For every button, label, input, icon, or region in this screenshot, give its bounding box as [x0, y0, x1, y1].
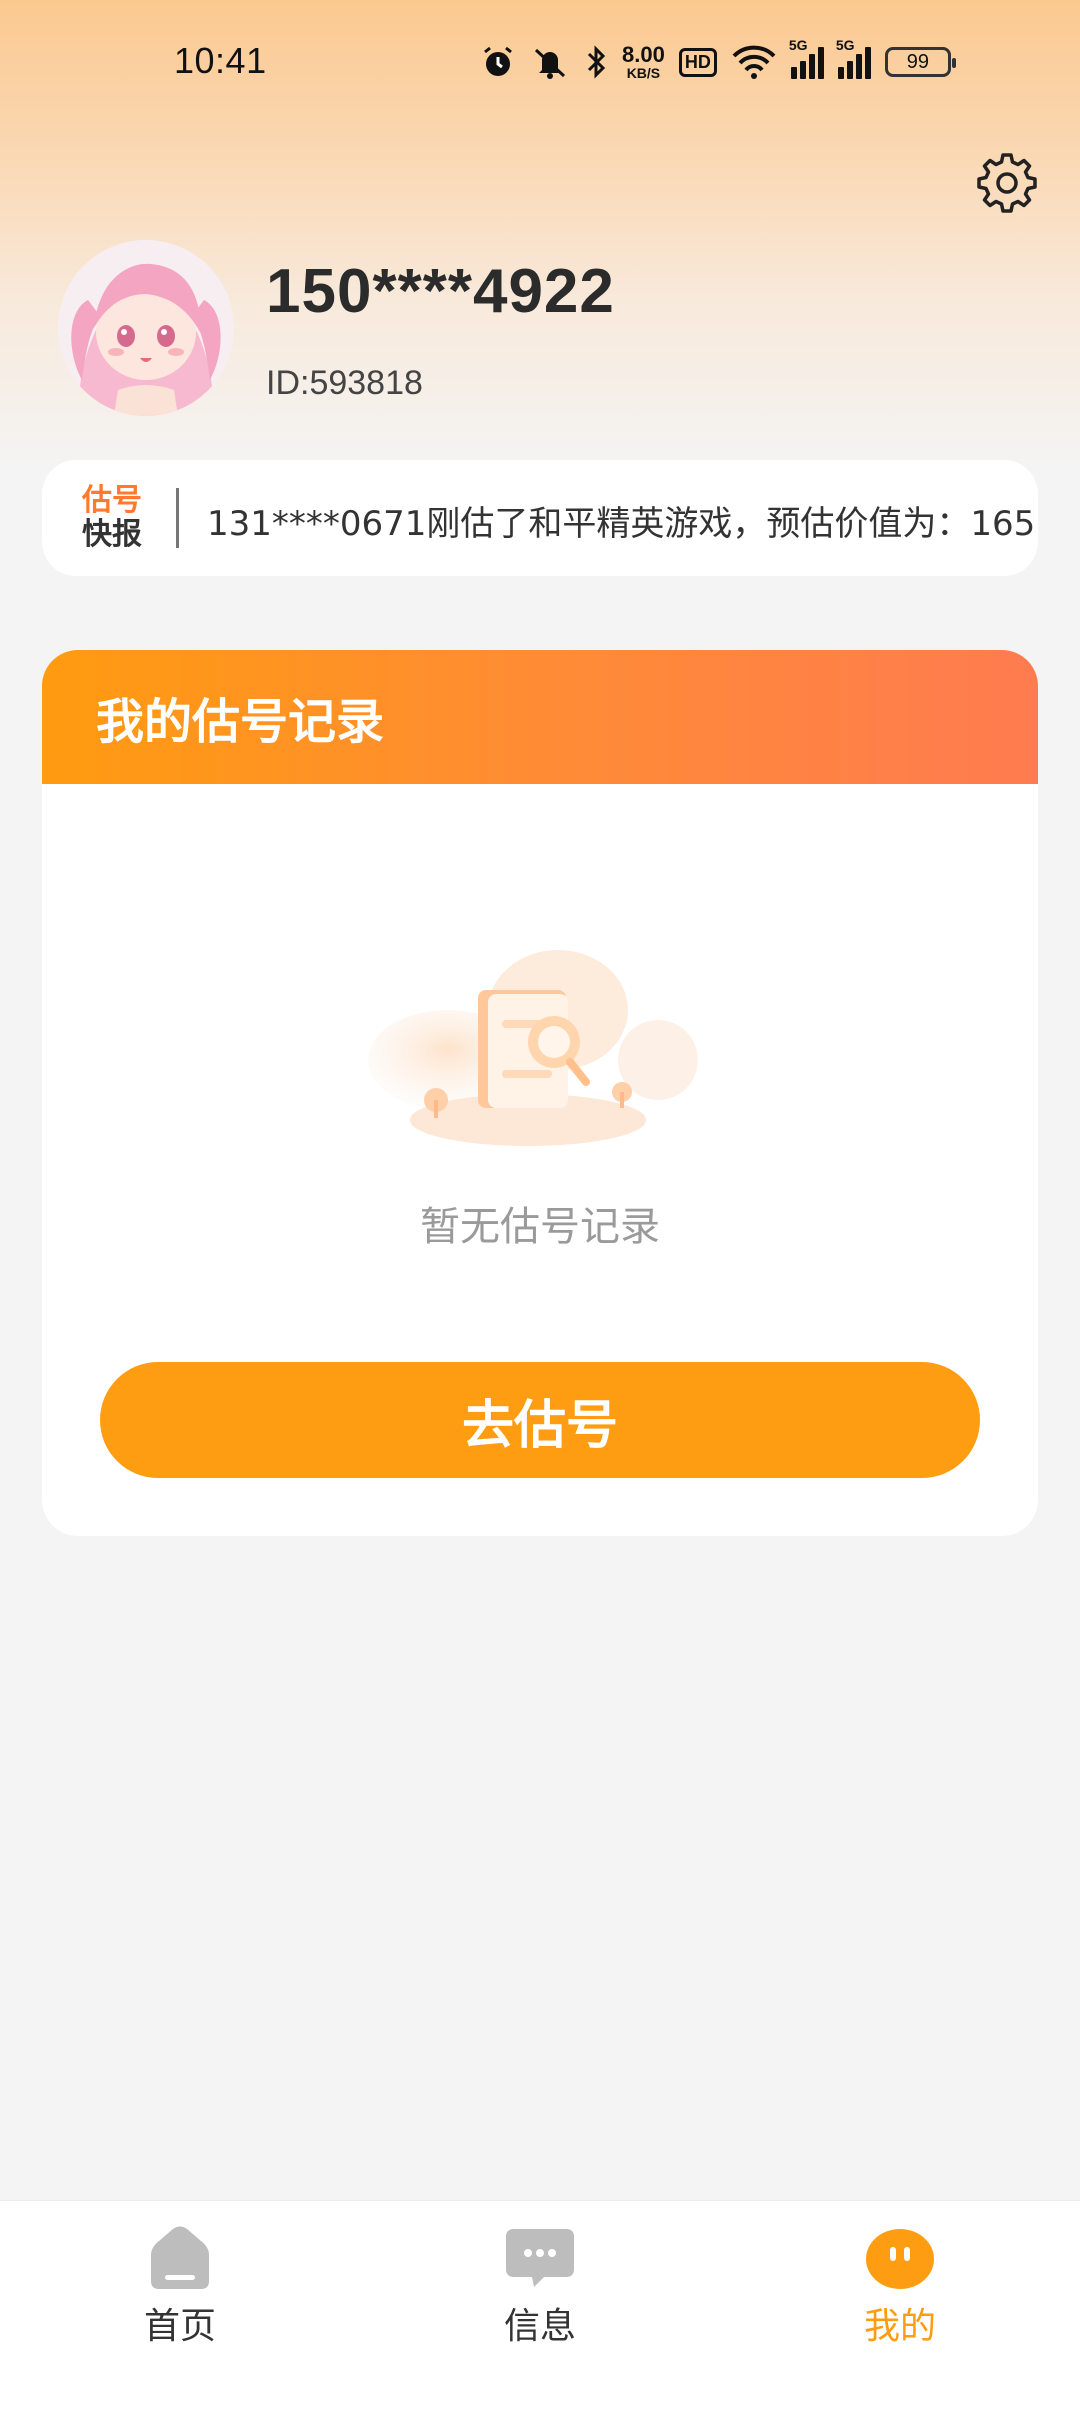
net-speed-unit: KB/S	[626, 65, 661, 81]
records-header: 我的估号记录	[42, 650, 1038, 784]
records-card: 我的估号记录 暂无估号记录 去估号	[42, 650, 1038, 1536]
message-icon	[506, 2229, 574, 2287]
status-icons: 8.00 KB/S HD 5G 5G 99	[480, 37, 956, 86]
nav-label-home: 首页	[143, 2306, 216, 2347]
battery-level: 99	[906, 50, 929, 73]
avatar[interactable]	[58, 240, 234, 416]
ticker-badge-line1: 估号	[82, 483, 142, 518]
hd-badge: HD	[678, 47, 717, 77]
mute-icon	[534, 48, 566, 79]
battery-icon: 99	[884, 47, 956, 77]
empty-state-text: 暂无估号记录	[420, 1204, 660, 1250]
ticker-badge: 估号 快报	[76, 484, 148, 552]
gear-icon	[977, 153, 1037, 213]
net-speed-value: 8.00	[622, 42, 665, 67]
go-evaluate-button[interactable]: 去估号	[100, 1362, 980, 1478]
settings-button[interactable]	[976, 152, 1038, 214]
ticker-divider	[176, 488, 179, 548]
empty-state-illustration	[368, 950, 698, 1146]
sim2-label: 5G	[835, 37, 855, 53]
home-icon	[151, 2226, 209, 2289]
ticker-badge-line2: 快报	[82, 517, 142, 552]
ticker-text: 131****0671刚估了和平精英游戏，预估价值为：1651	[207, 504, 1038, 544]
user-phone: 150****4922	[266, 257, 615, 326]
net-speed: 8.00 KB/S	[622, 42, 665, 81]
wifi-icon	[732, 45, 776, 79]
signal-icon: 5G	[789, 37, 824, 79]
nav-label-profile: 我的	[863, 2306, 936, 2347]
nav-item-home[interactable]: 首页	[80, 2225, 280, 2349]
sim1-label: 5G	[788, 37, 808, 53]
bottom-nav: 首页 信息 我的	[0, 2200, 1080, 2412]
signal-icon-2: 5G	[836, 37, 871, 79]
nav-item-profile[interactable]: 我的	[800, 2225, 1000, 2349]
nav-label-messages: 信息	[503, 2306, 576, 2347]
profile-icon	[866, 2229, 934, 2289]
avatar-image	[58, 240, 234, 416]
news-ticker[interactable]: 估号 快报 131****0671刚估了和平精英游戏，预估价值为：1651	[42, 460, 1038, 576]
alarm-icon	[484, 46, 512, 76]
nav-item-messages[interactable]: 信息	[440, 2225, 640, 2349]
status-time: 10:41	[174, 40, 267, 81]
records-title: 我的估号记录	[96, 694, 385, 750]
bluetooth-icon	[587, 45, 606, 79]
user-id: ID:593818	[266, 364, 423, 402]
status-bar: 10:41 8.00 KB/S HD 5G 5G 99	[0, 0, 1080, 126]
